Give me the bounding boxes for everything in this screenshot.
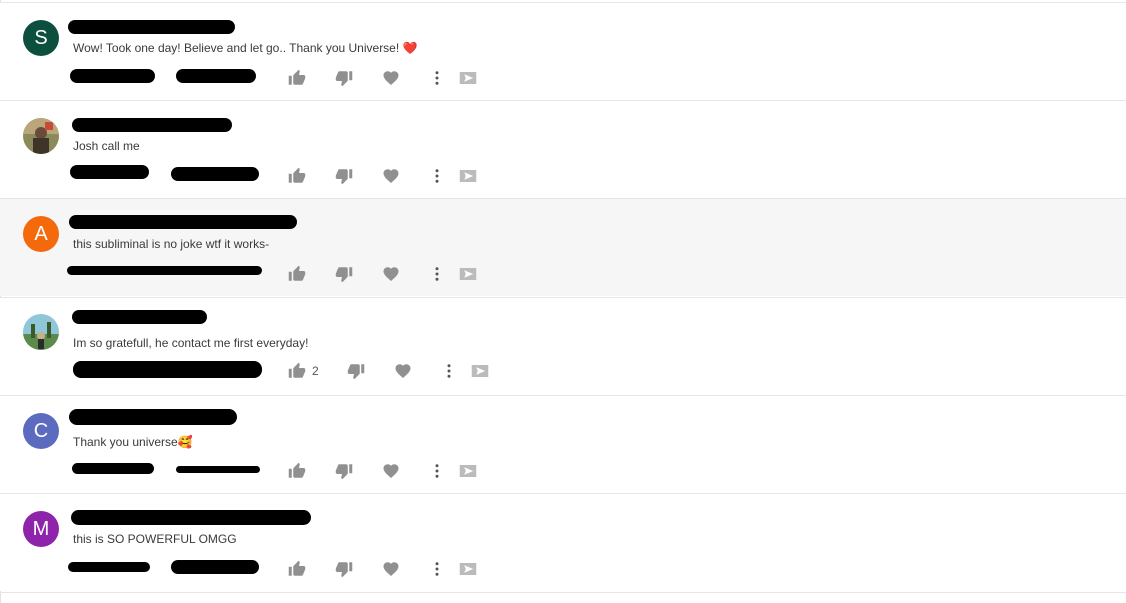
redacted-username	[69, 409, 237, 425]
thumb-down-icon	[335, 462, 353, 480]
share-reply-button[interactable]	[459, 262, 477, 286]
like-button[interactable]: 2	[288, 359, 319, 383]
redacted-username	[72, 310, 207, 324]
share-reply-button[interactable]	[471, 359, 489, 383]
avatar[interactable]: S	[23, 20, 59, 56]
thumb-up-icon	[288, 362, 306, 380]
redacted-reply-button[interactable]	[70, 69, 155, 83]
redacted-username	[71, 510, 311, 525]
more-vert-icon	[428, 560, 446, 578]
reply-arrow-icon	[459, 560, 477, 578]
comment-item: M this is SO POWERFUL OMGG	[0, 493, 1126, 591]
heart-button[interactable]	[394, 359, 412, 383]
thumb-down-icon	[347, 362, 365, 380]
more-vert-icon	[428, 265, 446, 283]
more-actions-button[interactable]	[428, 459, 446, 483]
comment-text: Im so gratefull, he contact me first eve…	[73, 336, 309, 350]
dislike-button[interactable]	[335, 459, 353, 483]
dislike-button[interactable]	[335, 557, 353, 581]
dislike-button[interactable]	[347, 359, 365, 383]
like-button[interactable]	[288, 557, 312, 581]
heart-button[interactable]	[382, 557, 400, 581]
reply-arrow-icon	[459, 265, 477, 283]
thumb-up-icon	[288, 69, 306, 87]
avatar[interactable]: A	[23, 216, 59, 252]
share-reply-button[interactable]	[459, 66, 477, 90]
more-actions-button[interactable]	[440, 359, 458, 383]
redacted-replies-link[interactable]	[176, 69, 256, 83]
dislike-button[interactable]	[335, 66, 353, 90]
avatar[interactable]: M	[23, 511, 59, 547]
heart-icon	[382, 265, 400, 283]
comment-item: S Wow! Took one day! Believe and let go.…	[0, 2, 1126, 100]
heart-button[interactable]	[382, 66, 400, 90]
heart-button[interactable]	[382, 459, 400, 483]
comment-text: Wow! Took one day! Believe and let go.. …	[73, 41, 418, 55]
comment-text: this subliminal is no joke wtf it works-	[73, 237, 270, 251]
heart-icon	[382, 69, 400, 87]
avatar[interactable]	[23, 118, 59, 154]
divider	[0, 592, 1126, 593]
redacted-replies-link[interactable]	[171, 167, 259, 181]
more-actions-button[interactable]	[428, 262, 446, 286]
redacted-username	[72, 118, 232, 132]
redacted-reply-row[interactable]	[73, 361, 262, 378]
thumb-up-icon	[288, 462, 306, 480]
dislike-button[interactable]	[335, 164, 353, 188]
thumb-up-icon	[288, 167, 306, 185]
more-actions-button[interactable]	[428, 164, 446, 188]
heart-button[interactable]	[382, 164, 400, 188]
comment-item: Im so gratefull, he contact me first eve…	[0, 297, 1126, 395]
like-count: 2	[312, 364, 319, 378]
comment-text: this is SO POWERFUL OMGG	[73, 532, 237, 546]
more-vert-icon	[428, 167, 446, 185]
reply-arrow-icon	[459, 69, 477, 87]
more-vert-icon	[428, 69, 446, 87]
redacted-reply-button[interactable]	[70, 165, 149, 179]
redacted-username	[69, 215, 297, 229]
more-vert-icon	[428, 462, 446, 480]
thumb-up-icon	[288, 560, 306, 578]
share-reply-button[interactable]	[459, 164, 477, 188]
comment-text: Thank you universe🥰	[73, 435, 193, 449]
heart-button[interactable]	[382, 262, 400, 286]
like-button[interactable]	[288, 262, 312, 286]
redacted-reply-button[interactable]	[68, 562, 150, 572]
redacted-username	[68, 20, 235, 34]
redacted-reply-button[interactable]	[72, 463, 154, 474]
thumb-down-icon	[335, 560, 353, 578]
avatar[interactable]: C	[23, 413, 59, 449]
comment-item: A this subliminal is no joke wtf it work…	[0, 198, 1126, 296]
redacted-replies-link[interactable]	[176, 466, 260, 473]
avatar[interactable]	[23, 314, 59, 350]
dislike-button[interactable]	[335, 262, 353, 286]
redacted-reply-row[interactable]	[67, 266, 262, 275]
thumb-down-icon	[335, 167, 353, 185]
like-button[interactable]	[288, 164, 312, 188]
redacted-replies-link[interactable]	[171, 560, 259, 574]
reply-arrow-icon	[459, 462, 477, 480]
share-reply-button[interactable]	[459, 557, 477, 581]
like-button[interactable]	[288, 459, 312, 483]
reply-arrow-icon	[459, 167, 477, 185]
comment-item: C Thank you universe🥰	[0, 395, 1126, 493]
more-actions-button[interactable]	[428, 66, 446, 90]
reply-arrow-icon	[471, 362, 489, 380]
comment-item: Josh call me	[0, 100, 1126, 198]
share-reply-button[interactable]	[459, 459, 477, 483]
like-button[interactable]	[288, 66, 312, 90]
thumb-down-icon	[335, 69, 353, 87]
thumb-down-icon	[335, 265, 353, 283]
heart-icon	[382, 167, 400, 185]
heart-icon	[394, 362, 412, 380]
heart-icon	[382, 560, 400, 578]
thumb-up-icon	[288, 265, 306, 283]
comment-text: Josh call me	[73, 139, 140, 153]
more-vert-icon	[440, 362, 458, 380]
more-actions-button[interactable]	[428, 557, 446, 581]
heart-icon	[382, 462, 400, 480]
